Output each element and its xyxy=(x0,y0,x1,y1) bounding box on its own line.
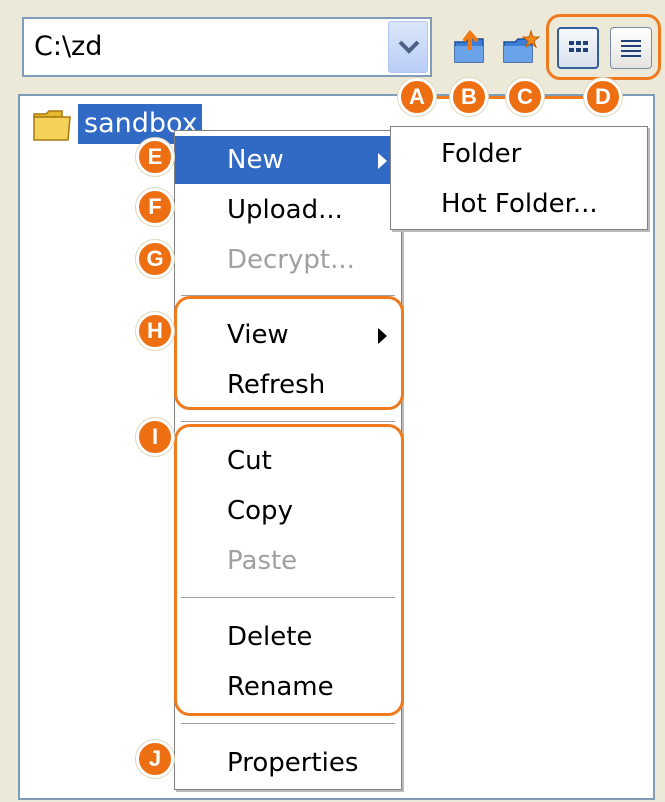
callout-badge-e: E xyxy=(136,138,174,176)
edit-group-outline xyxy=(174,424,404,716)
callout-badge-h: H xyxy=(136,312,174,350)
list-view-icon xyxy=(621,40,641,57)
submenu-item-label: Hot Folder... xyxy=(441,189,598,219)
submenu-item-folder[interactable]: Folder xyxy=(391,130,647,178)
submenu-item-hot-folder[interactable]: Hot Folder... xyxy=(391,180,647,228)
menu-item-label: Upload... xyxy=(227,195,343,225)
submenu-item-label: Folder xyxy=(441,139,522,169)
list-view-button[interactable] xyxy=(610,27,652,69)
folder-icon xyxy=(33,110,71,141)
callout-badge-a: A xyxy=(398,78,436,116)
grid-view-icon xyxy=(569,41,588,52)
menu-item-label: New xyxy=(227,145,284,175)
menu-item-upload[interactable]: Upload... xyxy=(175,186,401,234)
callout-badge-b: B xyxy=(450,78,488,116)
menu-item-label: Decrypt... xyxy=(227,245,355,275)
folder-upload-icon[interactable] xyxy=(452,28,490,66)
callout-badge-i: I xyxy=(136,418,174,456)
chevron-down-icon xyxy=(398,40,420,54)
menu-item-new[interactable]: New xyxy=(175,136,401,184)
path-value[interactable]: C:\zd xyxy=(34,31,102,62)
callout-badge-f: F xyxy=(136,188,174,226)
new-submenu: Folder Hot Folder... xyxy=(390,126,648,230)
callout-badge-j: J xyxy=(136,740,174,778)
icon-view-button[interactable] xyxy=(557,27,599,69)
callout-badge-g: G xyxy=(136,240,174,278)
folder-new-icon[interactable] xyxy=(502,28,540,66)
path-dropdown-button[interactable] xyxy=(388,21,428,73)
callout-badge-c: C xyxy=(506,78,544,116)
path-combobox[interactable]: C:\zd xyxy=(22,17,432,77)
view-mode-group xyxy=(546,14,661,80)
menu-item-label: Properties xyxy=(227,748,359,778)
menu-item-properties[interactable]: Properties xyxy=(175,739,401,787)
tree-item-sandbox[interactable]: sandbox xyxy=(30,104,202,146)
submenu-arrow-icon xyxy=(378,153,387,169)
menu-separator xyxy=(181,421,395,423)
callout-badge-d: D xyxy=(584,78,622,116)
menu-item-decrypt[interactable]: Decrypt... xyxy=(175,236,401,284)
menu-separator xyxy=(181,723,395,725)
view-refresh-group-outline xyxy=(174,296,404,410)
